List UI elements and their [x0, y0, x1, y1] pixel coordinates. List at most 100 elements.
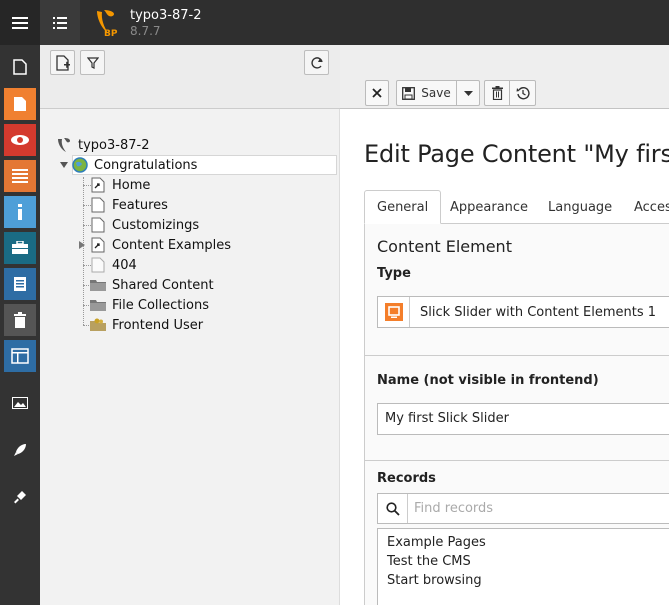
tree-item-home[interactable]: Home: [90, 175, 150, 195]
page-title: Edit Page Content "My first S: [364, 140, 669, 168]
svg-text:BP: BP: [104, 29, 118, 37]
module-recycler[interactable]: [4, 304, 36, 336]
tree-item-404[interactable]: 404: [90, 255, 137, 275]
save-label: Save: [421, 86, 451, 100]
name-input[interactable]: My first Slick Slider: [377, 403, 669, 435]
refresh-icon: [310, 56, 323, 69]
page-tree-panel: typo3-87-2 Congratulations Home Features…: [40, 45, 340, 605]
records-search-input[interactable]: Find records: [408, 501, 493, 516]
site-version: 8.7.7: [130, 24, 161, 38]
refresh-tree-button[interactable]: [304, 50, 329, 75]
tab-general[interactable]: General: [364, 190, 442, 224]
content-type-icon: [378, 297, 410, 327]
module-list[interactable]: [4, 160, 36, 192]
edit-form-area: Edit Page Content "My first S General Ap…: [340, 110, 669, 605]
folder-icon: [90, 297, 106, 313]
menu-toggle-button[interactable]: [0, 0, 40, 45]
delete-history-group: [484, 80, 536, 106]
typo3-logo[interactable]: BP: [94, 9, 118, 39]
module-view[interactable]: [4, 124, 36, 156]
delete-button[interactable]: [485, 81, 510, 105]
list-item[interactable]: Example Pages: [387, 533, 669, 552]
recycler-icon: [14, 312, 26, 328]
rocket-icon: [14, 444, 26, 456]
tree-item-file-collections[interactable]: File Collections: [90, 295, 209, 315]
records-list[interactable]: Example Pages Test the CMS Start browsin…: [377, 528, 669, 605]
tree-item-congratulations[interactable]: Congratulations: [60, 155, 197, 175]
module-page-new[interactable]: [4, 51, 36, 83]
list-item[interactable]: Test the CMS: [387, 552, 669, 571]
history-button[interactable]: [510, 81, 535, 105]
name-label: Name (not visible in frontend): [377, 373, 599, 388]
records-label: Records: [377, 471, 436, 486]
page-module-icon: [14, 97, 26, 111]
caret-down-icon: [463, 90, 473, 96]
tree-root-label: typo3-87-2: [78, 137, 150, 153]
list-icon: [53, 16, 67, 29]
module-workspaces[interactable]: [4, 232, 36, 264]
close-button[interactable]: [365, 80, 389, 106]
tab-language[interactable]: Language: [536, 190, 624, 224]
tab-appearance[interactable]: Appearance: [438, 190, 540, 224]
list-icon: [12, 169, 28, 183]
page-shortcut-icon: [90, 177, 106, 193]
user-folder-icon: [90, 317, 106, 333]
typo3-site-icon: [56, 137, 72, 153]
tree-item-label: Frontend User: [112, 317, 204, 333]
module-settings[interactable]: [4, 481, 36, 513]
save-icon: [402, 86, 416, 100]
page-shortcut-icon: [90, 237, 106, 253]
tree-item-label: 404: [112, 257, 137, 273]
tree-item-features[interactable]: Features: [90, 195, 168, 215]
page-icon: [13, 59, 27, 75]
page-icon: [90, 197, 106, 213]
expand-arrow-icon[interactable]: [78, 241, 88, 249]
save-dropdown-toggle[interactable]: [457, 81, 479, 105]
tree-item-label: File Collections: [112, 297, 209, 313]
tab-access[interactable]: Access: [622, 190, 669, 224]
type-select[interactable]: Slick Slider with Content Elements 1: [377, 296, 669, 328]
form-tabs: General Appearance Language Access: [364, 190, 669, 224]
globe-icon: [72, 157, 88, 173]
tree-item-shared-content[interactable]: Shared Content: [90, 275, 214, 295]
page-hidden-icon: [90, 257, 106, 273]
module-extension[interactable]: [4, 434, 36, 466]
module-page[interactable]: [4, 88, 36, 120]
tree-item-frontend-user[interactable]: Frontend User: [90, 315, 203, 335]
tree-item-label: Shared Content: [112, 277, 214, 293]
template-icon: [14, 277, 26, 291]
page-tree-toggle-button[interactable]: [40, 0, 80, 45]
module-template[interactable]: [4, 268, 36, 300]
module-layout[interactable]: [4, 340, 36, 372]
section-divider: [364, 355, 669, 356]
tree-root[interactable]: typo3-87-2: [56, 135, 149, 155]
section-divider: [364, 460, 669, 461]
filter-tree-button[interactable]: [80, 50, 105, 75]
save-button[interactable]: Save: [397, 81, 457, 105]
tree-item-label: Home: [112, 177, 151, 193]
search-icon: [378, 494, 408, 523]
page-tree-toolbar: [40, 45, 340, 109]
plug-icon: [14, 491, 26, 504]
records-search[interactable]: Find records: [377, 493, 669, 524]
new-page-button[interactable]: [50, 50, 75, 75]
image-icon: [12, 397, 28, 409]
folder-icon: [90, 277, 106, 293]
filter-icon: [86, 56, 99, 69]
tree-item-content-examples[interactable]: Content Examples: [78, 235, 231, 255]
briefcase-icon: [12, 241, 28, 254]
module-filelist[interactable]: [4, 387, 36, 419]
tree-item-customizings[interactable]: Customizings: [90, 215, 199, 235]
module-info[interactable]: [4, 196, 36, 228]
layout-icon: [11, 348, 29, 364]
collapse-arrow-icon[interactable]: [60, 161, 70, 169]
list-item[interactable]: Start browsing: [387, 571, 669, 590]
tree-item-label: Congratulations: [94, 157, 198, 173]
section-title: Content Element: [377, 237, 512, 256]
info-icon: [18, 204, 22, 220]
page-icon: [90, 217, 106, 233]
tree-item-label: Content Examples: [112, 237, 232, 253]
hamburger-icon: [12, 16, 28, 29]
doc-header: Save: [340, 45, 669, 109]
top-bar: BP typo3-87-2 8.7.7: [0, 0, 669, 45]
